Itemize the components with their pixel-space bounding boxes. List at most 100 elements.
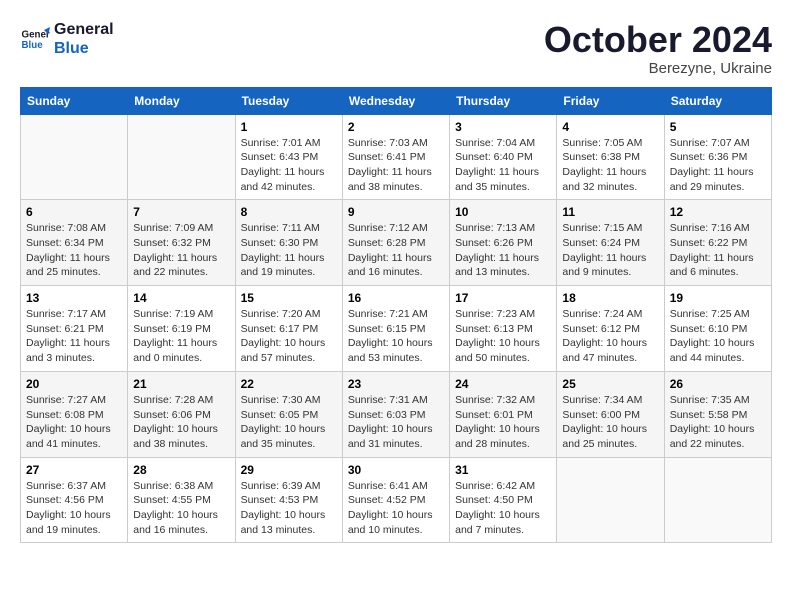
location-subtitle: Berezyne, Ukraine	[544, 60, 772, 77]
title-block: October 2024 Berezyne, Ukraine	[544, 20, 772, 77]
day-number: 14	[133, 291, 229, 305]
day-info: Sunrise: 7:32 AM Sunset: 6:01 PM Dayligh…	[455, 393, 551, 452]
calendar-cell: 30Sunrise: 6:41 AM Sunset: 4:52 PM Dayli…	[342, 457, 449, 543]
day-number: 24	[455, 377, 551, 391]
calendar-cell: 26 Sunrise: 7:35 AM Sunset: 5:58 PM Dayli…	[664, 371, 771, 457]
day-info: Sunrise: 6:38 AM Sunset: 4:55 PM Dayligh…	[133, 479, 229, 538]
day-number: 25	[562, 377, 658, 391]
header-day-thursday: Thursday	[450, 87, 557, 114]
day-number: 29	[241, 463, 337, 477]
day-number: 17	[455, 291, 551, 305]
day-number: 4	[562, 120, 658, 134]
day-info: Sunrise: 7:17 AM Sunset: 6:21 PM Dayligh…	[26, 307, 122, 366]
calendar-cell: 4 Sunrise: 7:05 AM Sunset: 6:38 PM Daylig…	[557, 114, 664, 200]
calendar-cell: 24 Sunrise: 7:32 AM Sunset: 6:01 PM Dayli…	[450, 371, 557, 457]
day-number: 21	[133, 377, 229, 391]
calendar-cell: 9 Sunrise: 7:12 AM Sunset: 6:28 PM Daylig…	[342, 200, 449, 286]
day-info: Sunrise: 7:24 AM Sunset: 6:12 PM Dayligh…	[562, 307, 658, 366]
day-info: Sunrise: 7:30 AM Sunset: 6:05 PM Dayligh…	[241, 393, 337, 452]
calendar-cell: 5Sunrise: 7:07 AM Sunset: 6:36 PM Daylig…	[664, 114, 771, 200]
day-info: Sunrise: 7:31 AM Sunset: 6:03 PM Dayligh…	[348, 393, 444, 452]
calendar-cell	[664, 457, 771, 543]
day-info: Sunrise: 7:04 AM Sunset: 6:40 PM Dayligh…	[455, 136, 551, 195]
day-number: 12	[670, 205, 766, 219]
svg-text:Blue: Blue	[22, 40, 44, 51]
day-number: 27	[26, 463, 122, 477]
calendar-cell: 25 Sunrise: 7:34 AM Sunset: 6:00 PM Dayli…	[557, 371, 664, 457]
day-info: Sunrise: 7:12 AM Sunset: 6:28 PM Dayligh…	[348, 221, 444, 280]
calendar-table: SundayMondayTuesdayWednesdayThursdayFrid…	[20, 87, 772, 544]
day-number: 20	[26, 377, 122, 391]
day-number: 16	[348, 291, 444, 305]
day-info: Sunrise: 7:07 AM Sunset: 6:36 PM Dayligh…	[670, 136, 766, 195]
calendar-cell: 10 Sunrise: 7:13 AM Sunset: 6:26 PM Dayli…	[450, 200, 557, 286]
day-info: Sunrise: 7:23 AM Sunset: 6:13 PM Dayligh…	[455, 307, 551, 366]
day-number: 23	[348, 377, 444, 391]
day-number: 13	[26, 291, 122, 305]
calendar-cell	[557, 457, 664, 543]
day-number: 10	[455, 205, 551, 219]
day-number: 28	[133, 463, 229, 477]
calendar-cell: 12Sunrise: 7:16 AM Sunset: 6:22 PM Dayli…	[664, 200, 771, 286]
day-info: Sunrise: 7:25 AM Sunset: 6:10 PM Dayligh…	[670, 307, 766, 366]
calendar-cell: 19 Sunrise: 7:25 AM Sunset: 6:10 PM Dayli…	[664, 286, 771, 372]
day-number: 11	[562, 205, 658, 219]
logo-icon: General Blue	[20, 24, 50, 54]
day-info: Sunrise: 6:37 AM Sunset: 4:56 PM Dayligh…	[26, 479, 122, 538]
day-number: 31	[455, 463, 551, 477]
calendar-cell: 6 Sunrise: 7:08 AM Sunset: 6:34 PM Daylig…	[21, 200, 128, 286]
calendar-cell: 1 Sunrise: 7:01 AM Sunset: 6:43 PM Daylig…	[235, 114, 342, 200]
calendar-cell: 27 Sunrise: 6:37 AM Sunset: 4:56 PM Dayli…	[21, 457, 128, 543]
day-info: Sunrise: 7:15 AM Sunset: 6:24 PM Dayligh…	[562, 221, 658, 280]
calendar-cell: 22Sunrise: 7:30 AM Sunset: 6:05 PM Dayli…	[235, 371, 342, 457]
day-info: Sunrise: 7:27 AM Sunset: 6:08 PM Dayligh…	[26, 393, 122, 452]
day-info: Sunrise: 7:05 AM Sunset: 6:38 PM Dayligh…	[562, 136, 658, 195]
calendar-week-row: 20 Sunrise: 7:27 AM Sunset: 6:08 PM Dayli…	[21, 371, 772, 457]
calendar-cell: 28 Sunrise: 6:38 AM Sunset: 4:55 PM Dayli…	[128, 457, 235, 543]
day-info: Sunrise: 7:03 AM Sunset: 6:41 PM Dayligh…	[348, 136, 444, 195]
day-number: 26	[670, 377, 766, 391]
day-info: Sunrise: 7:09 AM Sunset: 6:32 PM Dayligh…	[133, 221, 229, 280]
day-number: 2	[348, 120, 444, 134]
day-number: 3	[455, 120, 551, 134]
calendar-cell: 7Sunrise: 7:09 AM Sunset: 6:32 PM Daylig…	[128, 200, 235, 286]
calendar-cell: 20 Sunrise: 7:27 AM Sunset: 6:08 PM Dayli…	[21, 371, 128, 457]
logo-line2: Blue	[54, 39, 114, 58]
day-info: Sunrise: 7:34 AM Sunset: 6:00 PM Dayligh…	[562, 393, 658, 452]
page-header: General Blue General Blue October 2024 B…	[20, 20, 772, 77]
calendar-cell: 15 Sunrise: 7:20 AM Sunset: 6:17 PM Dayli…	[235, 286, 342, 372]
header-day-tuesday: Tuesday	[235, 87, 342, 114]
day-number: 1	[241, 120, 337, 134]
day-number: 19	[670, 291, 766, 305]
day-number: 18	[562, 291, 658, 305]
day-number: 6	[26, 205, 122, 219]
day-number: 30	[348, 463, 444, 477]
day-info: Sunrise: 7:35 AM Sunset: 5:58 PM Dayligh…	[670, 393, 766, 452]
day-info: Sunrise: 7:13 AM Sunset: 6:26 PM Dayligh…	[455, 221, 551, 280]
day-info: Sunrise: 7:19 AM Sunset: 6:19 PM Dayligh…	[133, 307, 229, 366]
day-info: Sunrise: 7:08 AM Sunset: 6:34 PM Dayligh…	[26, 221, 122, 280]
day-info: Sunrise: 7:01 AM Sunset: 6:43 PM Dayligh…	[241, 136, 337, 195]
month-title: October 2024	[544, 20, 772, 60]
day-info: Sunrise: 7:28 AM Sunset: 6:06 PM Dayligh…	[133, 393, 229, 452]
calendar-cell: 31 Sunrise: 6:42 AM Sunset: 4:50 PM Dayli…	[450, 457, 557, 543]
logo: General Blue General Blue	[20, 20, 114, 58]
calendar-cell: 2 Sunrise: 7:03 AM Sunset: 6:41 PM Daylig…	[342, 114, 449, 200]
calendar-cell: 11 Sunrise: 7:15 AM Sunset: 6:24 PM Dayli…	[557, 200, 664, 286]
header-day-friday: Friday	[557, 87, 664, 114]
calendar-cell	[21, 114, 128, 200]
calendar-cell: 21 Sunrise: 7:28 AM Sunset: 6:06 PM Dayli…	[128, 371, 235, 457]
calendar-header-row: SundayMondayTuesdayWednesdayThursdayFrid…	[21, 87, 772, 114]
calendar-cell: 23 Sunrise: 7:31 AM Sunset: 6:03 PM Dayli…	[342, 371, 449, 457]
header-day-wednesday: Wednesday	[342, 87, 449, 114]
day-number: 9	[348, 205, 444, 219]
calendar-cell: 17 Sunrise: 7:23 AM Sunset: 6:13 PM Dayli…	[450, 286, 557, 372]
calendar-cell	[128, 114, 235, 200]
day-info: Sunrise: 6:42 AM Sunset: 4:50 PM Dayligh…	[455, 479, 551, 538]
day-number: 15	[241, 291, 337, 305]
day-info: Sunrise: 6:39 AM Sunset: 4:53 PM Dayligh…	[241, 479, 337, 538]
day-info: Sunrise: 7:21 AM Sunset: 6:15 PM Dayligh…	[348, 307, 444, 366]
day-info: Sunrise: 7:20 AM Sunset: 6:17 PM Dayligh…	[241, 307, 337, 366]
calendar-week-row: 27 Sunrise: 6:37 AM Sunset: 4:56 PM Dayli…	[21, 457, 772, 543]
calendar-cell: 3 Sunrise: 7:04 AM Sunset: 6:40 PM Daylig…	[450, 114, 557, 200]
